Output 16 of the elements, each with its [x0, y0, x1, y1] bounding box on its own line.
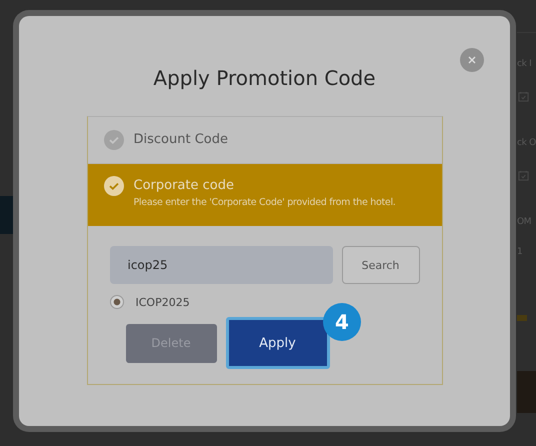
code-result-label: ICOP2025 — [136, 296, 190, 308]
dialog-title: Apply Promotion Code — [153, 65, 376, 92]
calendar-icon — [518, 170, 529, 181]
code-option[interactable]: Corporate code Please enter the 'Corporate Code' provided from the hotel. — [88, 164, 442, 226]
search-button[interactable]: Search — [342, 246, 420, 284]
apply-button[interactable]: Apply — [226, 317, 330, 369]
code-input-field[interactable]: icop25 — [110, 246, 332, 284]
check-icon — [104, 130, 124, 150]
radio-button[interactable] — [110, 295, 124, 309]
calendar-icon — [518, 91, 529, 102]
close-icon — [467, 55, 477, 65]
page-footer-bar — [517, 371, 536, 413]
check-icon — [104, 176, 124, 196]
close-button[interactable] — [460, 48, 484, 72]
step-badge: 4 — [323, 303, 361, 341]
page-tag — [517, 315, 527, 321]
